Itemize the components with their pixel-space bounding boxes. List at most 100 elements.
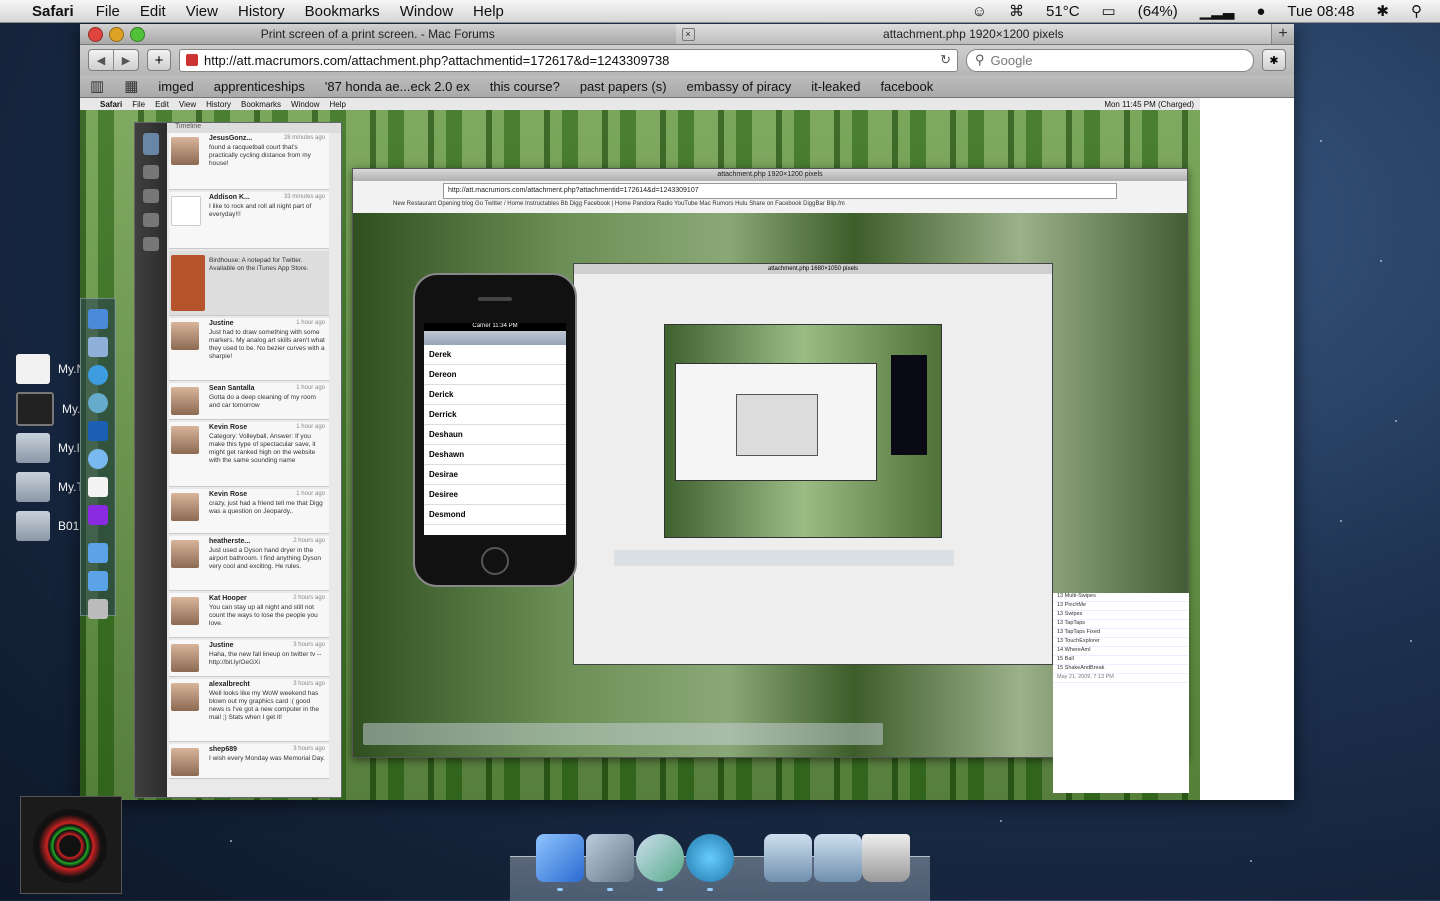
avatar: [171, 196, 201, 226]
bookmark-item[interactable]: apprenticeships: [214, 79, 305, 94]
tweet: Justine 1 hour ago Just had to draw someth…: [169, 318, 329, 381]
ichat-icon[interactable]: [88, 449, 108, 469]
menu-bookmarks[interactable]: Bookmarks: [305, 3, 380, 20]
battery-icon[interactable]: ▭: [1102, 2, 1116, 20]
app-icon[interactable]: [88, 505, 108, 525]
clock[interactable]: Tue 08:48: [1287, 3, 1354, 20]
tweet: Justine 3 hours ago Haha, the new fall lin…: [169, 640, 329, 677]
menu-edit[interactable]: Edit: [140, 3, 166, 20]
menu-bar: Safari File Edit View History Bookmarks …: [0, 0, 1440, 23]
bookmark-item[interactable]: this course?: [490, 79, 560, 94]
search-field[interactable]: ⚲ Google: [966, 48, 1254, 72]
avatar: [143, 133, 159, 155]
butterfly-icon[interactable]: ⌘: [1009, 2, 1024, 20]
menu-history[interactable]: History: [238, 3, 285, 20]
tweet-list: JesusGonz... 28 minutes ago found a racque…: [169, 133, 329, 781]
safari-icon[interactable]: [88, 365, 108, 385]
inner-window-small: [675, 363, 877, 481]
bookmark-item[interactable]: past papers (s): [580, 79, 667, 94]
tweet: Kat Hooper 2 hours ago You can stay up all…: [169, 593, 329, 638]
album-artwork-widget[interactable]: [20, 796, 122, 894]
back-button[interactable]: ◀: [89, 50, 113, 70]
folder-icon: [16, 511, 50, 541]
avatar: [171, 426, 199, 454]
top-sites-grid-icon[interactable]: ▦: [124, 77, 138, 95]
ad-tweet: Birdhouse: A notepad for Twitter. Availa…: [169, 251, 329, 316]
new-tab-button[interactable]: +: [1271, 24, 1294, 44]
toolbar: ◀ ▶ + http://att.macrumors.com/attachmen…: [80, 45, 1294, 75]
address-bar[interactable]: http://att.macrumors.com/attachment.php?…: [179, 48, 958, 72]
menu-window[interactable]: Window: [400, 3, 453, 20]
menu-view[interactable]: View: [186, 3, 218, 20]
dock-trash-icon[interactable]: [862, 834, 910, 882]
avatar: [171, 683, 199, 711]
nested-bookmarks-bar: New Restaurant Opening blog Go Twitter /…: [393, 201, 845, 207]
photoshop-icon[interactable]: [88, 421, 108, 441]
tab-attachment[interactable]: × attachment.php 1920×1200 pixels: [675, 24, 1271, 44]
trash-icon[interactable]: [88, 599, 108, 619]
search-placeholder: Google: [990, 52, 1033, 68]
menu-help[interactable]: Help: [473, 3, 504, 20]
menu-extras: ☺ ⌘ 51°C ▭ (64%) ▁▂▃ ● Tue 08:48 ✱ ⚲: [972, 2, 1440, 21]
wifi-signal-icon[interactable]: ▁▂▃: [1200, 2, 1235, 20]
preview-icon[interactable]: [88, 337, 108, 357]
album-art: [33, 809, 107, 883]
status-android-icon[interactable]: ☺: [972, 3, 987, 20]
chat-icon: [143, 165, 159, 179]
bookmark-item[interactable]: imged: [158, 79, 193, 94]
bluetooth-icon[interactable]: ✱: [1376, 2, 1389, 20]
spotlight-search-icon[interactable]: ⚲: [1411, 2, 1422, 20]
dock-running-indicator: [607, 888, 613, 891]
attachment-image[interactable]: Safari File Edit View History Bookmarks …: [80, 98, 1200, 800]
bookmark-item[interactable]: facebook: [880, 79, 933, 94]
tweet: JesusGonz... 28 minutes ago found a racque…: [169, 133, 329, 190]
zoom-window-button[interactable]: [130, 27, 145, 42]
dock-reebok-folder-icon[interactable]: [814, 834, 862, 882]
search-icon: [143, 237, 159, 251]
close-window-button[interactable]: [88, 27, 103, 42]
avatar: [171, 748, 199, 776]
nested-address-bar: http://att.macrumors.com/attachment.php?…: [443, 183, 1117, 199]
dock-applications-folder-icon[interactable]: [764, 834, 812, 882]
tweet: Addison K... 33 minutes ago I like to rock…: [169, 192, 329, 249]
add-bookmark-button[interactable]: +: [147, 49, 171, 71]
space-image: [891, 355, 927, 455]
dock-itunes-icon[interactable]: [636, 834, 684, 882]
user-icon[interactable]: ●: [1256, 3, 1265, 20]
bookmarks-book-icon[interactable]: ▥: [90, 77, 104, 95]
safari-window: Print screen of a print screen. - Mac Fo…: [80, 24, 1294, 800]
minimize-window-button[interactable]: [109, 27, 124, 42]
reload-icon[interactable]: ↻: [940, 52, 951, 68]
nav-buttons: ◀ ▶: [88, 49, 139, 71]
temperature-readout[interactable]: 51°C: [1046, 3, 1080, 20]
finder-list: 13 Multi-Swipes 13 PinchMe 13 Swipes 13 …: [1053, 593, 1189, 793]
menu-file[interactable]: File: [96, 3, 120, 20]
tweet: Kevin Rose 1 hour ago Category: Volleyball…: [169, 422, 329, 487]
tab-title: attachment.php 1920×1200 pixels: [883, 27, 1064, 41]
menu-app-name[interactable]: Safari: [32, 3, 74, 20]
bug-report-button[interactable]: ✱: [1262, 49, 1286, 71]
finder-icon[interactable]: [88, 309, 108, 329]
folder-icon[interactable]: [88, 571, 108, 591]
folder-icon[interactable]: [88, 543, 108, 563]
dock-safari-icon[interactable]: [686, 834, 734, 882]
dock-running-indicator: [657, 888, 663, 891]
document-icon: [16, 392, 54, 426]
dock-finder-icon[interactable]: [536, 834, 584, 882]
itunes-icon[interactable]: [88, 393, 108, 413]
folder-icon: [16, 433, 50, 463]
close-tab-icon[interactable]: ×: [681, 28, 695, 41]
tab-title: Print screen of a print screen. - Mac Fo…: [260, 27, 495, 41]
birdhouse-icon: [171, 255, 205, 311]
bookmark-item[interactable]: it-leaked: [811, 79, 860, 94]
dock-iphoto-icon[interactable]: [586, 834, 634, 882]
forward-button[interactable]: ▶: [113, 50, 138, 70]
avatar: [171, 137, 199, 165]
bookmark-item[interactable]: '87 honda ae...eck 2.0 ex: [325, 79, 470, 94]
folder-icon: [16, 472, 50, 502]
battery-percent[interactable]: (64%): [1138, 3, 1178, 20]
twitter-sidebar: [135, 123, 167, 797]
bookmark-item[interactable]: embassy of piracy: [687, 79, 792, 94]
tab-mac-forums[interactable]: Print screen of a print screen. - Mac Fo…: [80, 24, 676, 44]
calendar-icon[interactable]: [88, 477, 108, 497]
